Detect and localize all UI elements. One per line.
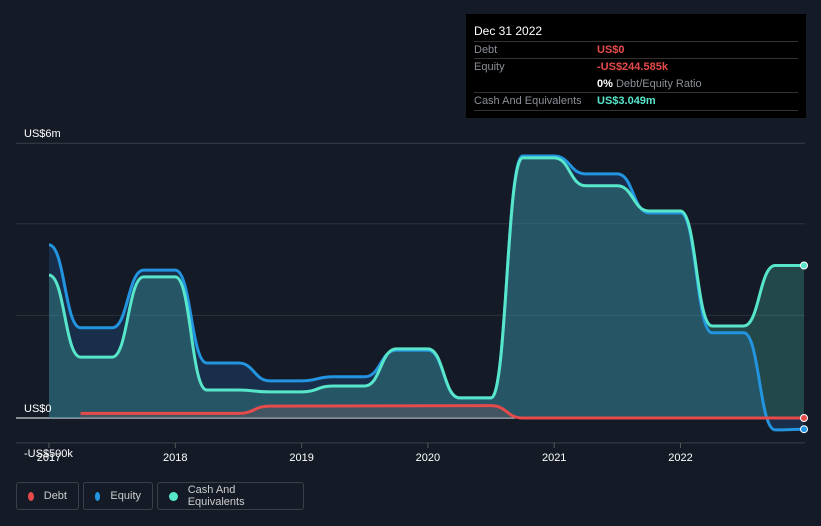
y-tick-label: US$6m <box>24 128 61 140</box>
legend-label: Equity <box>110 490 141 502</box>
cash-and-equivalents-area <box>49 157 804 418</box>
legend-cash[interactable]: Cash And Equivalents <box>157 482 304 510</box>
tooltip-cash-label: Cash And Equivalents <box>474 95 582 107</box>
cash-dot-icon <box>169 491 178 501</box>
tooltip-equity-label: Equity <box>474 61 505 73</box>
x-tick-label: 2021 <box>542 452 566 464</box>
x-tick-label: 2020 <box>416 452 440 464</box>
chart-container: US$6m US$0 -US$500k 2017 2018 2019 2020 2021 202… <box>0 0 821 526</box>
legend-label: Cash And Equivalents <box>187 484 245 508</box>
tooltip-cash-value: US$3.049m <box>597 95 656 107</box>
debt-dot-icon <box>28 491 34 501</box>
x-tick-label: 2017 <box>37 452 61 464</box>
legend-label: Debt <box>43 490 67 502</box>
x-tick-label: 2019 <box>289 452 313 464</box>
cash-and-equivalents-end-marker[interactable] <box>800 261 808 270</box>
equity-end-marker[interactable] <box>800 425 808 434</box>
tooltip-date: Dec 31 2022 <box>474 24 543 38</box>
tooltip-ratio-label: Debt/Equity Ratio <box>615 78 702 90</box>
tooltip-debt-value: US$0 <box>597 44 625 56</box>
tooltip: Dec 31 2022 Debt US$0 Equity -US$244.585k … <box>466 14 806 118</box>
tooltip-ratio-value: 0% <box>597 78 613 90</box>
y-tick-label: US$0 <box>24 403 52 415</box>
tooltip-debt-label: Debt <box>474 44 498 56</box>
equity-dot-icon <box>95 491 101 501</box>
x-tick-label: 2022 <box>668 452 692 464</box>
debt-end-marker[interactable] <box>800 414 808 422</box>
legend-debt[interactable]: Debt <box>16 482 79 510</box>
x-tick-label: 2018 <box>163 452 187 464</box>
legend-equity[interactable]: Equity <box>83 482 153 510</box>
tooltip-equity-value: -US$244.585k <box>597 61 668 73</box>
